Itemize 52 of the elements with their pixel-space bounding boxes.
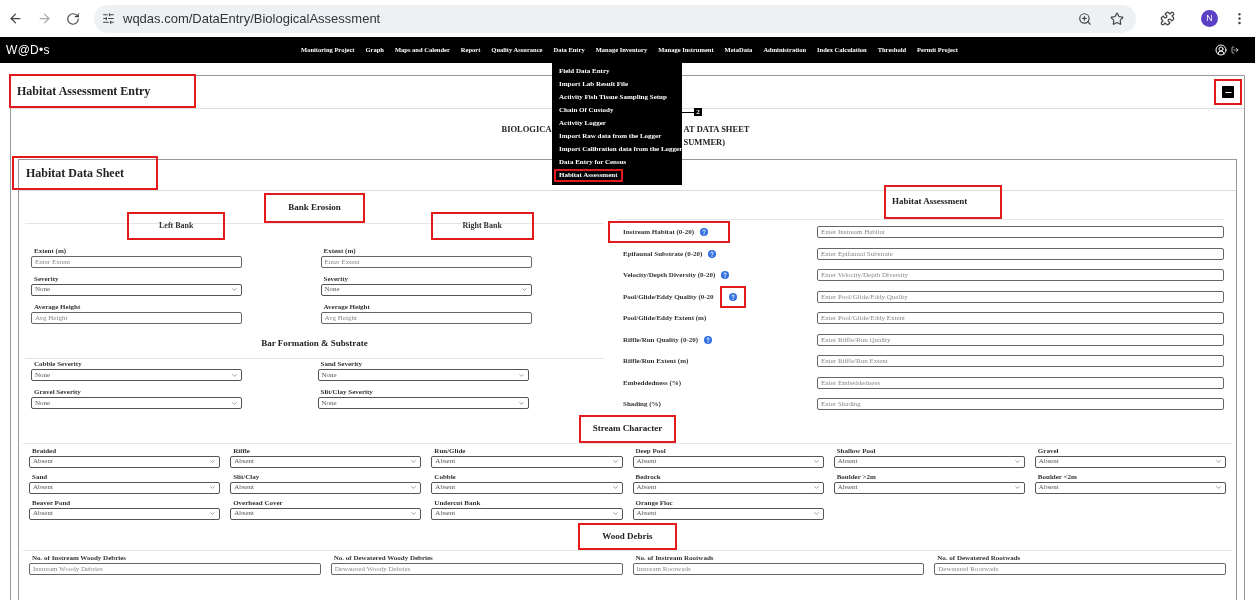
extensions-icon[interactable] [1160, 11, 1175, 26]
card-title: Habitat Assessment Entry [9, 74, 196, 108]
help-icon[interactable] [721, 271, 730, 280]
chevron-icon [209, 458, 217, 465]
chevron-icon [209, 510, 217, 517]
chevron-icon [812, 510, 820, 517]
chevron-icon [209, 484, 217, 491]
collapse-button[interactable] [1222, 86, 1234, 98]
chevron-icon [410, 484, 418, 491]
chevron-icon [1013, 484, 1021, 491]
sheet-title: BIOLOGICA [501, 123, 552, 136]
address-bar[interactable]: wqdas.com/DataEntry/BiologicalAssessment [94, 4, 1136, 33]
bookmark-star-icon[interactable] [1110, 11, 1124, 26]
user-icon[interactable] [1215, 44, 1227, 56]
chevron-icon [611, 458, 619, 465]
subsection-heading: Right Bank [430, 211, 534, 240]
subsection-heading: Left Bank [127, 211, 226, 240]
chevron-icon [812, 484, 820, 491]
chevron-icon [231, 371, 238, 379]
sheet-title: AT DATA SHEET [683, 123, 751, 136]
section-heading: Bar Formation & Substrate [260, 336, 369, 350]
url-text: wqdas.com/DataEntry/BiologicalAssessment [123, 9, 382, 28]
section-heading: Bank Erosion [264, 193, 365, 223]
help-icon[interactable] [704, 335, 713, 344]
help-icon[interactable] [728, 292, 737, 301]
help-icon[interactable] [708, 249, 717, 258]
chevron-icon [1215, 458, 1222, 465]
chevron-icon [410, 510, 418, 517]
chevron-icon [520, 286, 528, 293]
section-heading: Habitat Assessment [884, 185, 1002, 219]
reload-icon[interactable] [66, 11, 80, 26]
profile-avatar[interactable]: N [1201, 10, 1218, 27]
site-settings-icon[interactable] [102, 12, 115, 25]
zoom-icon[interactable] [1078, 11, 1092, 26]
chevron-icon [812, 458, 820, 465]
logo: W@D•s [6, 42, 51, 59]
chevron-icon [611, 484, 619, 491]
help-icon[interactable] [700, 228, 709, 237]
chevron-icon [231, 399, 238, 407]
chevron-icon [611, 510, 619, 517]
chevron-icon [1215, 484, 1222, 491]
chevron-icon [231, 286, 238, 293]
chevron-icon [517, 371, 525, 379]
chevron-icon [410, 458, 418, 465]
back-icon[interactable] [8, 11, 23, 26]
logout-icon[interactable] [1231, 46, 1239, 54]
card-title: Habitat Data Sheet [12, 156, 158, 190]
section-heading: Wood Debris [578, 522, 677, 550]
section-heading: Stream Character [578, 415, 677, 443]
chevron-icon [517, 399, 525, 407]
chevron-icon [1013, 458, 1021, 465]
sheet-subtitle: SUMMER) [683, 136, 727, 149]
